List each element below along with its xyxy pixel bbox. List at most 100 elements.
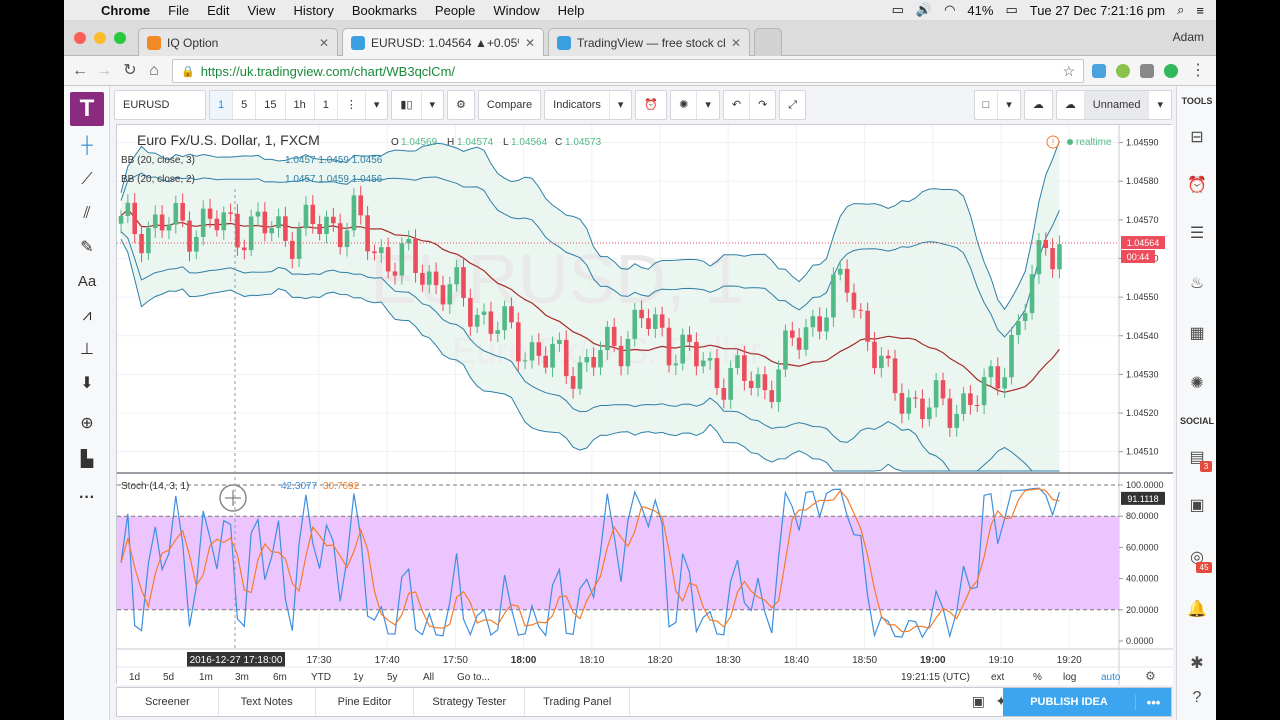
- tab-iq-option[interactable]: IQ Option ✕: [138, 28, 338, 56]
- scale-settings-gear-icon[interactable]: ⚙: [1145, 669, 1156, 683]
- cloud-save-icon[interactable]: ☁: [1057, 91, 1085, 119]
- ideas-dropdown-icon[interactable]: ▾: [697, 91, 719, 119]
- utc-clock[interactable]: 19:21:15 (UTC): [901, 672, 970, 683]
- range-5y[interactable]: 5y: [387, 672, 398, 683]
- close-icon[interactable]: ✕: [731, 36, 741, 50]
- airplay-icon[interactable]: ▭: [892, 2, 904, 18]
- percent-scale-toggle[interactable]: %: [1033, 672, 1042, 683]
- ideas-bulb-icon[interactable]: ✺: [1185, 372, 1209, 396]
- crosshair-tool-icon[interactable]: ┼: [72, 134, 102, 158]
- menu-help[interactable]: Help: [549, 3, 594, 18]
- profile-name[interactable]: Adam: [1173, 30, 1204, 44]
- cloud-load-icon[interactable]: ☁: [1025, 91, 1052, 119]
- range-1m[interactable]: 1m: [199, 672, 213, 683]
- interval-current[interactable]: 1: [315, 91, 338, 119]
- goto-button[interactable]: Go to...: [457, 672, 490, 683]
- calendar-icon[interactable]: ▦: [1185, 322, 1209, 346]
- data-window-icon[interactable]: ☰: [1185, 222, 1209, 246]
- hotlist-flame-icon[interactable]: ♨: [1185, 272, 1209, 296]
- tab-strategy-tester[interactable]: Strategy Tester: [414, 688, 526, 716]
- range-all[interactable]: All: [423, 672, 434, 683]
- save-dropdown-icon[interactable]: ▾: [1149, 91, 1171, 119]
- tradingview-logo-icon[interactable]: T: [70, 92, 104, 126]
- extension-g-icon[interactable]: [1164, 64, 1178, 78]
- range-ytd[interactable]: YTD: [311, 672, 331, 683]
- tab-pine-editor[interactable]: Pine Editor: [316, 688, 415, 716]
- range-1y[interactable]: 1y: [353, 672, 364, 683]
- zoom-window-button[interactable]: [114, 32, 126, 44]
- range-1d[interactable]: 1d: [129, 672, 140, 683]
- extended-hours-toggle[interactable]: ext: [991, 672, 1005, 683]
- alarm-clock-icon[interactable]: ⏰: [636, 91, 666, 119]
- lightbulb-icon[interactable]: ✺: [671, 91, 698, 119]
- undo-icon[interactable]: ↶: [724, 91, 751, 119]
- menu-file[interactable]: File: [159, 3, 198, 18]
- chrome-menu-icon[interactable]: ⋮: [1188, 61, 1208, 81]
- arrow-down-tool-icon[interactable]: ⬇: [72, 372, 102, 396]
- menu-chrome[interactable]: Chrome: [92, 3, 159, 18]
- bookmark-star-icon[interactable]: ☆: [1062, 63, 1075, 80]
- battery-icon[interactable]: ▭: [1005, 2, 1017, 18]
- cast-icon[interactable]: [1140, 64, 1154, 78]
- home-icon[interactable]: ⌂: [144, 61, 164, 81]
- help-icon[interactable]: ?: [1185, 686, 1209, 710]
- tab-eurusd[interactable]: EURUSD: 1.04564 ▲+0.05% ✕: [342, 28, 544, 57]
- menu-bookmarks[interactable]: Bookmarks: [343, 3, 426, 18]
- publish-idea-button[interactable]: PUBLISH IDEA •••: [1003, 688, 1171, 716]
- extension-iq-icon[interactable]: [1092, 64, 1106, 78]
- range-3m[interactable]: 3m: [235, 672, 249, 683]
- menu-edit[interactable]: Edit: [198, 3, 238, 18]
- close-window-button[interactable]: [74, 32, 86, 44]
- layout-dropdown-icon[interactable]: ▾: [998, 91, 1020, 119]
- menu-view[interactable]: View: [238, 3, 284, 18]
- compare-label[interactable]: Compare: [479, 91, 540, 119]
- tab-screener[interactable]: Screener: [117, 688, 219, 716]
- load-button[interactable]: ☁: [1023, 90, 1053, 120]
- chart-svg[interactable]: EURUSD, 1 Euro Fx/U.S. Dollar 1.045901.0…: [117, 125, 1173, 685]
- publish-more-icon[interactable]: •••: [1135, 694, 1171, 710]
- menu-people[interactable]: People: [426, 3, 484, 18]
- chart-style-dropdown-icon[interactable]: ▾: [422, 91, 444, 119]
- layout-name[interactable]: Unnamed: [1084, 91, 1150, 119]
- compare-button[interactable]: Compare: [477, 90, 542, 120]
- interval-dropdown-icon[interactable]: ▾: [366, 91, 388, 119]
- interval-15m[interactable]: 15: [256, 91, 286, 119]
- wifi-icon[interactable]: ◠: [944, 2, 955, 18]
- pitchfork-tool-icon[interactable]: ⫽: [72, 202, 102, 226]
- symbol-search[interactable]: EURUSD: [114, 90, 206, 120]
- interval-5m[interactable]: 5: [233, 91, 257, 119]
- symbol-input[interactable]: EURUSD: [115, 91, 177, 119]
- more-tools-icon[interactable]: ···: [72, 486, 102, 510]
- indicators-dropdown-icon[interactable]: ▾: [610, 91, 632, 119]
- auto-scale-toggle[interactable]: auto: [1101, 672, 1121, 683]
- pattern-tool-icon[interactable]: ⩘: [72, 304, 102, 328]
- chart-container[interactable]: EURUSD, 1 Euro Fx/U.S. Dollar 1.04590 1.0…: [116, 124, 1173, 685]
- indicators-button[interactable]: Indicators: [545, 91, 610, 119]
- volume-icon[interactable]: 🔊: [916, 2, 932, 18]
- layout-square-icon[interactable]: □: [975, 91, 999, 119]
- extension-q-icon[interactable]: [1116, 64, 1130, 78]
- spotlight-icon[interactable]: ⌕: [1177, 2, 1184, 18]
- menu-window[interactable]: Window: [484, 3, 548, 18]
- messages-icon[interactable]: ▣: [1185, 494, 1209, 518]
- log-scale-toggle[interactable]: log: [1063, 672, 1076, 683]
- clock[interactable]: Tue 27 Dec 7:21:16 pm: [1030, 3, 1165, 18]
- redo-icon[interactable]: ↷: [750, 91, 775, 119]
- text-tool-icon[interactable]: Aa: [72, 270, 102, 294]
- gear-icon[interactable]: ⚙: [448, 91, 474, 119]
- tab-text-notes[interactable]: Text Notes: [219, 688, 316, 716]
- range-5d[interactable]: 5d: [163, 672, 174, 683]
- interval-1h[interactable]: 1h: [286, 91, 315, 119]
- forward-arrow-icon[interactable]: →: [94, 61, 114, 81]
- close-icon[interactable]: ✕: [525, 36, 535, 50]
- notification-center-icon[interactable]: ≡: [1196, 3, 1204, 18]
- close-icon[interactable]: ✕: [319, 36, 329, 50]
- tab-tradingview[interactable]: TradingView — free stock char ✕: [548, 28, 750, 56]
- interval-more-icon[interactable]: ⋮: [338, 91, 366, 119]
- alert-button[interactable]: ⏰: [635, 90, 668, 120]
- debug-icon[interactable]: ✱: [1185, 652, 1209, 676]
- fullscreen-button[interactable]: ⤢: [779, 90, 807, 120]
- new-tab-button[interactable]: [754, 28, 782, 56]
- trend-line-tool-icon[interactable]: ⟋: [72, 168, 102, 192]
- interval-1m[interactable]: 1: [210, 91, 234, 119]
